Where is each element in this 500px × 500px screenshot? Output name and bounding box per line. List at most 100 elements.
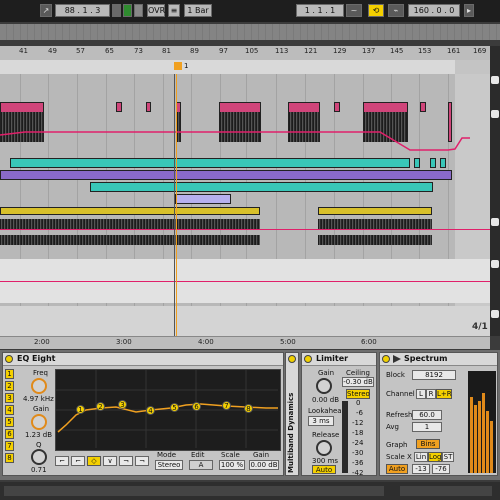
device-power-icon[interactable] <box>382 355 390 363</box>
midi-clip[interactable] <box>440 158 446 168</box>
automation-curve[interactable] <box>0 102 490 156</box>
band-button[interactable]: 6 <box>5 429 14 439</box>
filter-lowcut-icon[interactable]: ⌐ <box>55 456 69 466</box>
q-value: 0.71 <box>31 466 47 474</box>
block-select[interactable]: 8192 <box>412 370 456 380</box>
arrangement-view[interactable]: 4/1 <box>0 74 490 336</box>
filter-notch-icon[interactable]: ∨ <box>103 456 117 466</box>
arrangement-position-field[interactable]: 1 . 1 . 1 <box>296 4 344 17</box>
band-node[interactable]: 4 <box>146 406 155 415</box>
band-node[interactable]: 2 <box>96 402 105 411</box>
empty-track-lane[interactable] <box>0 306 490 336</box>
release-label: Release <box>312 431 340 439</box>
record-button[interactable] <box>134 4 143 17</box>
range-high-field[interactable]: -13 <box>412 464 430 474</box>
band-button[interactable]: 8 <box>5 453 14 463</box>
draw-mode-icon[interactable]: ~ <box>346 4 362 17</box>
stop-button[interactable] <box>123 4 132 17</box>
playhead[interactable] <box>174 74 175 336</box>
release-knob[interactable] <box>316 440 332 456</box>
eq-curve-display[interactable]: 1 2 3 4 5 6 7 8 <box>55 369 281 451</box>
auto-release-toggle[interactable]: Auto <box>312 465 336 474</box>
menu-icon[interactable]: ≡ <box>168 4 180 17</box>
band-button[interactable]: 1 <box>5 369 14 379</box>
stereo-toggle[interactable]: Stereo <box>346 389 370 399</box>
audio-clip[interactable] <box>0 207 260 215</box>
auto-range-toggle[interactable]: Auto <box>386 464 408 474</box>
scale-st-button[interactable]: ST <box>442 452 454 462</box>
overdub-button[interactable]: OVR <box>147 4 165 17</box>
time-ruler[interactable]: 2:00 3:00 4:00 5:00 6:00 <box>0 336 490 349</box>
graph-bins-toggle[interactable]: Bins <box>416 439 440 449</box>
audio-track-lane[interactable] <box>0 207 490 253</box>
avg-field[interactable]: 1 <box>412 422 442 432</box>
q-knob[interactable] <box>31 449 47 465</box>
freq-knob[interactable] <box>31 378 47 394</box>
midi-track-lane[interactable] <box>0 170 490 180</box>
freq-label: Freq <box>33 369 48 377</box>
channel-lr-button[interactable]: L+R <box>436 389 452 399</box>
limiter-title[interactable]: Limiter <box>302 353 376 366</box>
release-value: 300 ms <box>312 457 339 465</box>
spectrum-display[interactable] <box>468 371 496 473</box>
midi-track-lane[interactable] <box>0 194 490 204</box>
locator-lane[interactable]: 1 <box>0 60 490 74</box>
band-button[interactable]: 5 <box>5 417 14 427</box>
filter-highcut-icon[interactable]: ¬ <box>135 456 149 466</box>
beat-ruler[interactable]: 41 49 57 65 73 81 89 97 105 113 121 129 … <box>0 46 490 61</box>
filter-highshelf-icon[interactable]: ¬ <box>119 456 133 466</box>
device-power-icon[interactable] <box>304 355 312 363</box>
band-button[interactable]: 2 <box>5 381 14 391</box>
lookahead-select[interactable]: 3 ms <box>308 416 334 426</box>
multiband-dynamics-device[interactable]: Multiband Dynamics <box>285 352 299 476</box>
loop-end-icon[interactable]: ▸ <box>464 4 474 17</box>
quantize-select[interactable]: 1 Bar <box>184 4 212 17</box>
band-button[interactable]: 4 <box>5 405 14 415</box>
midi-track-lane[interactable] <box>0 182 490 192</box>
start-marker-icon[interactable] <box>174 62 182 70</box>
arrangement-overview[interactable] <box>0 24 500 40</box>
band-button[interactable]: 7 <box>5 441 14 451</box>
scale-lin-button[interactable]: Lin <box>414 452 428 462</box>
range-low-field[interactable]: -76 <box>432 464 450 474</box>
band-node[interactable]: 7 <box>222 401 231 410</box>
ceiling-field[interactable]: -0.30 dB <box>342 377 374 387</box>
band-node[interactable]: 1 <box>76 405 85 414</box>
track-scroll-column[interactable] <box>490 46 500 336</box>
midi-clip[interactable] <box>10 158 410 168</box>
play-button[interactable] <box>112 4 121 17</box>
midi-clip[interactable] <box>430 158 436 168</box>
midi-clip[interactable] <box>90 182 433 192</box>
song-position-field[interactable]: 88 . 1 . 3 <box>55 4 110 17</box>
output-gain-field[interactable]: 0.00 dB <box>249 460 279 470</box>
loop-switch-icon[interactable]: ⟲ <box>368 4 384 17</box>
eq-eight-title[interactable]: EQ Eight <box>3 353 283 366</box>
device-power-icon[interactable] <box>5 355 13 363</box>
band-node[interactable]: 6 <box>192 402 201 411</box>
midi-clip[interactable] <box>0 170 452 180</box>
follow-button[interactable]: ↗ <box>40 4 52 17</box>
mode-select[interactable]: Stereo <box>155 460 183 470</box>
filter-lowshelf-icon[interactable]: ⌐ <box>71 456 85 466</box>
channel-l-button[interactable]: L <box>416 389 426 399</box>
loop-length-field[interactable]: 160 . 0 . 0 <box>408 4 460 17</box>
channel-r-button[interactable]: R <box>426 389 436 399</box>
edit-select[interactable]: A <box>189 460 213 470</box>
band-button[interactable]: 3 <box>5 393 14 403</box>
band-node[interactable]: 3 <box>118 400 127 409</box>
midi-track-lane[interactable] <box>0 158 490 168</box>
scale-log-button[interactable]: Log <box>428 452 442 462</box>
punch-icon[interactable]: ⌁ <box>388 4 404 17</box>
empty-track-lane[interactable] <box>0 259 490 303</box>
filter-bell-icon[interactable]: ◇ <box>87 456 101 466</box>
gain-knob[interactable] <box>31 414 47 430</box>
midi-clip[interactable] <box>175 194 231 204</box>
audio-clip[interactable] <box>318 207 432 215</box>
limiter-gain-knob[interactable] <box>316 378 332 394</box>
refresh-field[interactable]: 60.0 ms <box>412 410 442 428</box>
midi-clip[interactable] <box>414 158 420 168</box>
band-node[interactable]: 5 <box>170 403 179 412</box>
scale-field[interactable]: 100 % <box>219 460 245 470</box>
audio-track-lane[interactable] <box>0 102 490 156</box>
band-node[interactable]: 8 <box>244 404 253 413</box>
